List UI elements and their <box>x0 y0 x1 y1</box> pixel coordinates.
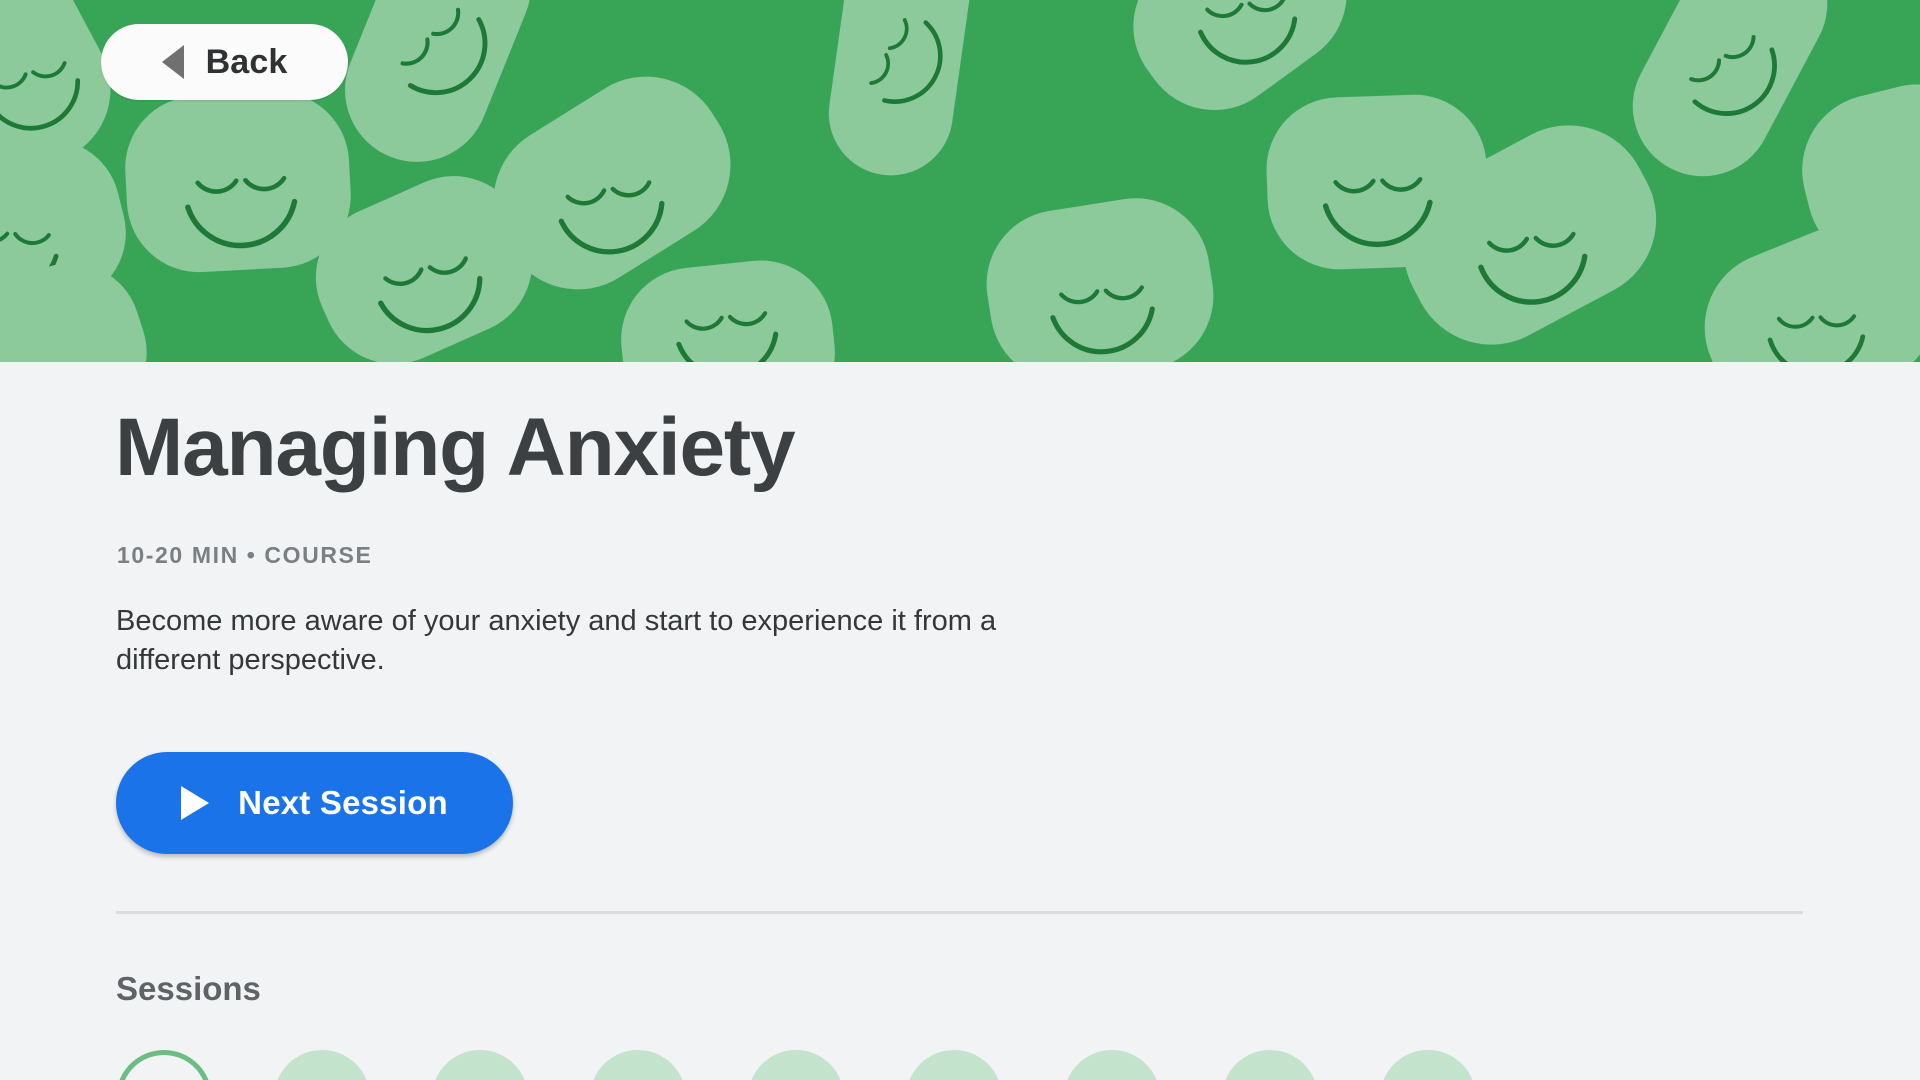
back-button[interactable]: Back <box>101 24 348 100</box>
sessions-heading: Sessions <box>116 970 261 1007</box>
session-item-8[interactable] <box>1222 1050 1318 1080</box>
page-title: Managing Anxiety <box>115 402 796 493</box>
session-item-3[interactable] <box>432 1050 528 1080</box>
triangle-left-icon <box>161 45 184 79</box>
course-detail-screen: Back Managing Anxiety 10-20 MIN • COURSE… <box>0 0 1920 1080</box>
session-item-6[interactable] <box>906 1050 1002 1080</box>
course-description: Become more aware of your anxiety and st… <box>116 605 997 676</box>
sessions-list <box>116 1050 1476 1080</box>
session-item-5[interactable] <box>748 1050 844 1080</box>
session-item-9[interactable] <box>1380 1050 1476 1080</box>
content-area: Managing Anxiety 10-20 MIN • COURSE Beco… <box>0 362 1920 1080</box>
hero-banner: Back <box>0 0 1920 362</box>
session-item-2[interactable] <box>274 1050 370 1080</box>
back-button-label: Back <box>205 42 288 81</box>
course-meta: 10-20 MIN • COURSE <box>117 542 373 568</box>
next-session-button[interactable]: Next Session <box>116 752 513 854</box>
session-item-7[interactable] <box>1064 1050 1160 1080</box>
play-icon <box>181 786 210 820</box>
session-item-1[interactable] <box>116 1050 212 1080</box>
next-session-label: Next Session <box>238 784 448 821</box>
section-divider <box>116 911 1803 914</box>
session-item-4[interactable] <box>590 1050 686 1080</box>
